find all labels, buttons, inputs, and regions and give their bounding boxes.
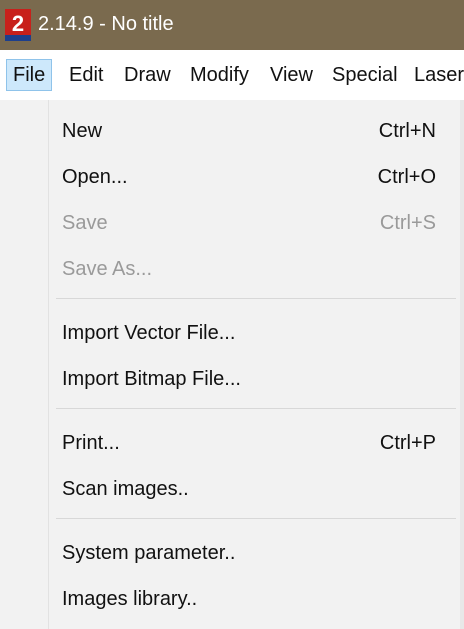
menu-item-save[interactable]: Save Ctrl+S: [0, 204, 464, 244]
menu-item-label: Import Vector File...: [62, 322, 236, 344]
menu-separator: [56, 298, 456, 299]
menu-item-label: Scan images..: [62, 478, 189, 500]
menu-item-system-parameter[interactable]: System parameter..: [0, 534, 464, 574]
menu-item-open[interactable]: Open... Ctrl+O: [0, 158, 464, 198]
window-title: 2.14.9 - No title: [38, 13, 174, 35]
svg-text:2: 2: [12, 11, 24, 36]
menu-special[interactable]: Special: [326, 59, 404, 91]
window-right-edge: [460, 100, 464, 629]
menu-modify[interactable]: Modify: [184, 59, 255, 91]
menu-item-label: Open...: [62, 166, 128, 188]
menu-item-new[interactable]: New Ctrl+N: [0, 112, 464, 152]
menu-edit[interactable]: Edit: [63, 59, 109, 91]
menu-item-shortcut: Ctrl+S: [379, 212, 436, 234]
menu-item-label: System parameter..: [62, 542, 236, 564]
menu-item-label: Images library..: [62, 588, 198, 610]
menu-bar: File Edit Draw Modify View Special Laser: [0, 50, 464, 101]
menu-item-label: Save As...: [62, 258, 153, 280]
menu-view[interactable]: View: [264, 59, 319, 91]
menu-laser[interactable]: Laser: [408, 59, 464, 91]
menu-file[interactable]: File: [6, 59, 53, 91]
menu-separator: [56, 518, 456, 519]
menu-item-label: Import Bitmap File...: [62, 368, 241, 390]
menu-item-import-vector[interactable]: Import Vector File...: [0, 314, 464, 354]
menu-item-label: Print...: [62, 432, 120, 454]
menu-item-import-bitmap[interactable]: Import Bitmap File...: [0, 360, 464, 400]
menu-item-scan-images[interactable]: Scan images..: [0, 470, 464, 510]
menu-item-images-library[interactable]: Images library..: [0, 580, 464, 620]
menu-item-print[interactable]: Print... Ctrl+P: [0, 424, 464, 464]
menu-separator: [56, 408, 456, 409]
menu-item-shortcut: Ctrl+O: [377, 166, 436, 188]
app-logo-icon[interactable]: 2: [5, 9, 31, 41]
menu-item-shortcut: Ctrl+N: [378, 120, 436, 142]
menu-draw[interactable]: Draw: [118, 59, 177, 91]
menu-item-save-as[interactable]: Save As...: [0, 250, 464, 290]
menu-item-label: New: [62, 120, 103, 142]
menu-item-shortcut: Ctrl+P: [379, 432, 436, 454]
menu-item-label: Save: [62, 212, 108, 234]
title-bar: 2 2.14.9 - No title: [0, 0, 464, 50]
file-dropdown-menu: New Ctrl+N Open... Ctrl+O Save Ctrl+S Sa…: [0, 100, 464, 629]
